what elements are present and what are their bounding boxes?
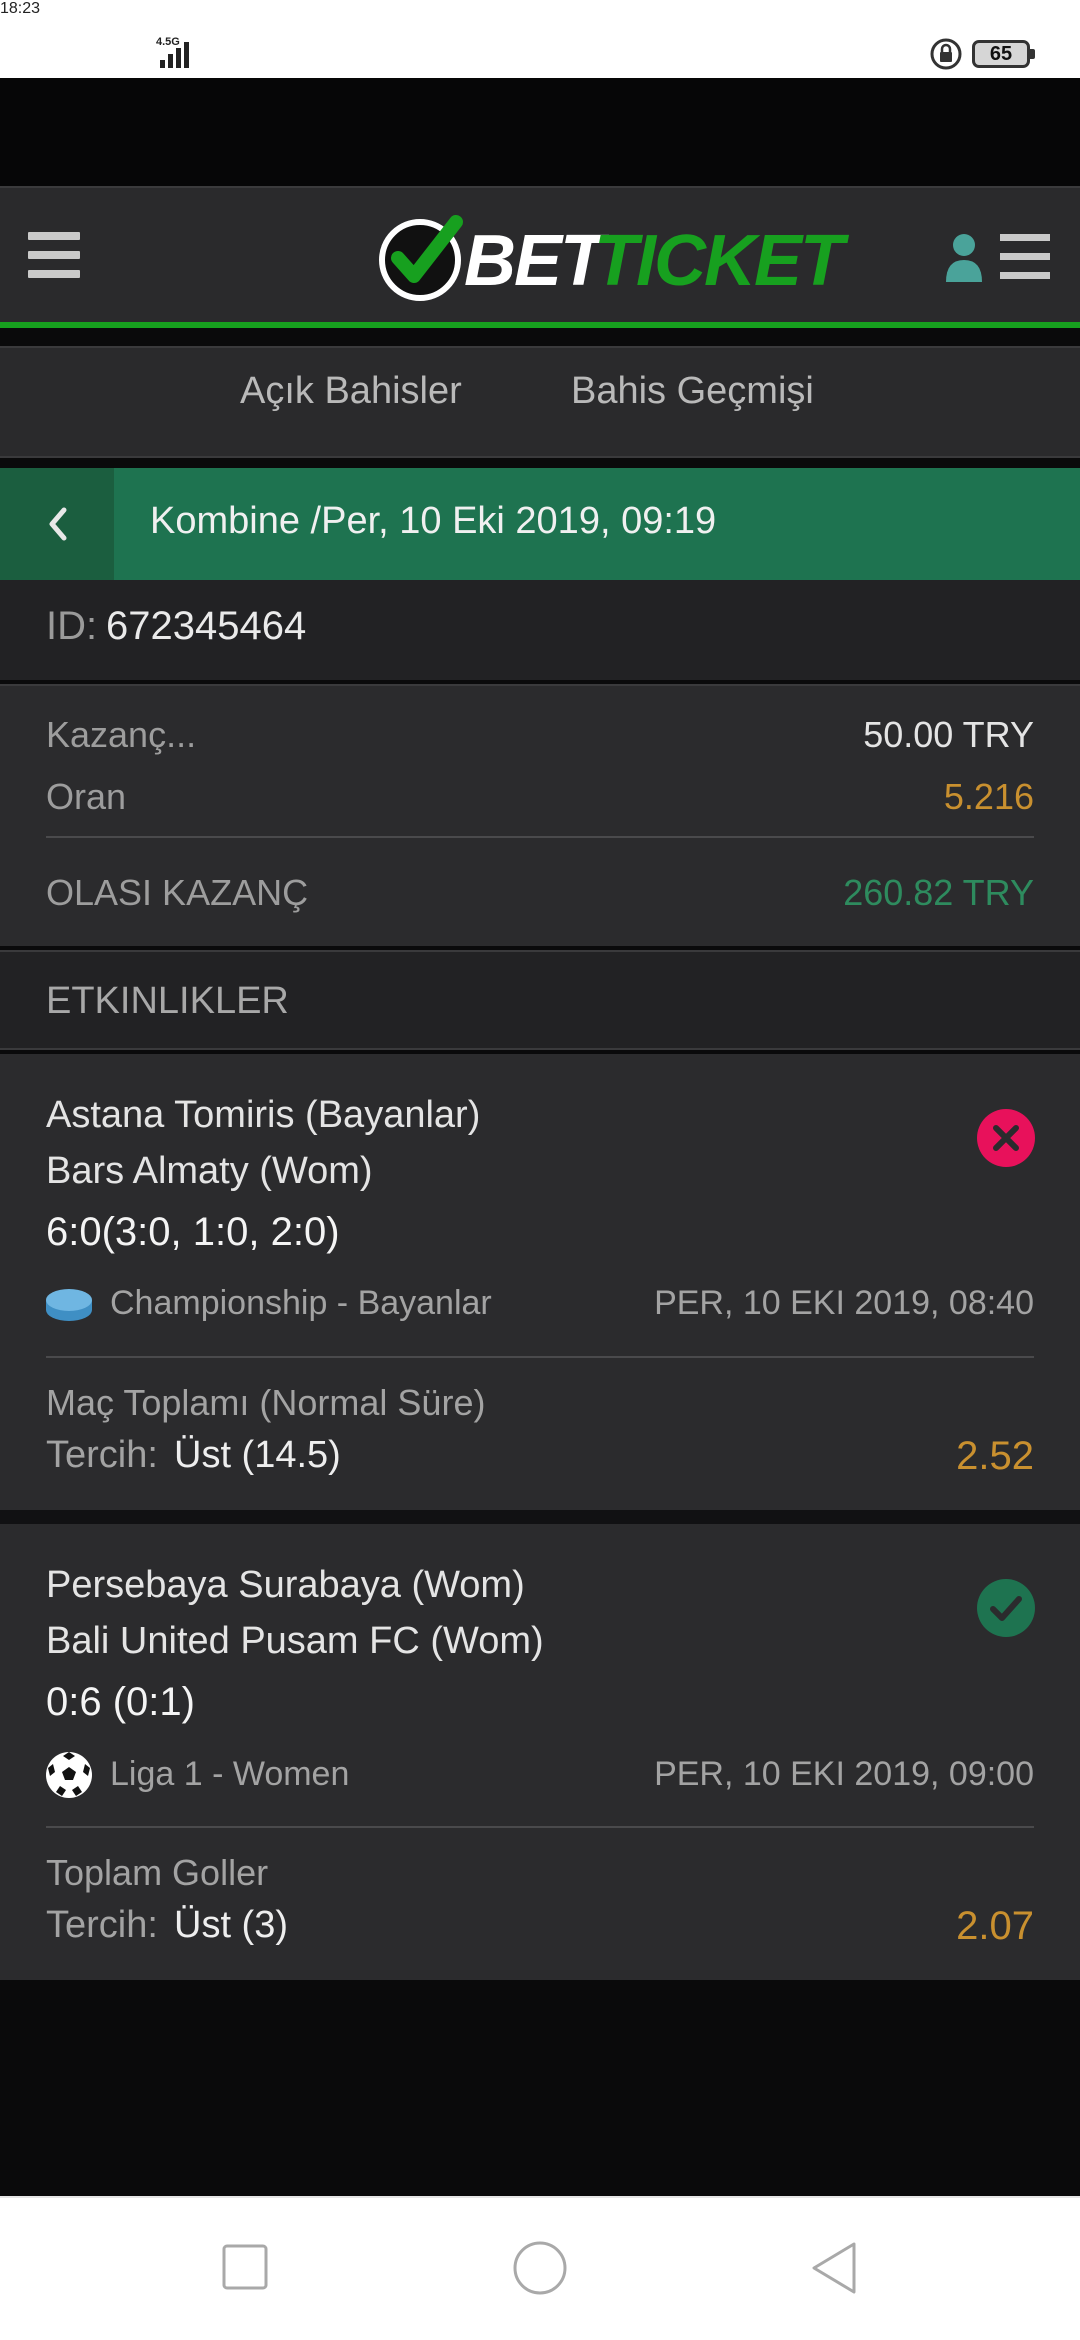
menu-button[interactable] — [28, 232, 80, 278]
battery-icon: 65 — [972, 40, 1030, 68]
pick-value: Üst (3) — [174, 1904, 288, 1946]
event-market: Maç Toplamı (Normal Süre) — [46, 1382, 486, 1423]
bet-id-value: 672345464 — [106, 604, 307, 648]
event-divider — [46, 1356, 1034, 1358]
tab-open-bets[interactable]: Açık Bahisler — [240, 370, 462, 413]
battery-tip — [1030, 49, 1035, 59]
events-header: ETKINLIKLER — [46, 980, 289, 1022]
back-button[interactable] — [0, 468, 114, 580]
potential-win-value: 260.82 TRY — [843, 872, 1034, 913]
header-accent-line — [0, 322, 1080, 328]
event-date: PER, 10 EKI 2019, 08:40 — [654, 1284, 1034, 1322]
pick-label: Tercih: — [46, 1904, 158, 1946]
pick-value: Üst (14.5) — [174, 1434, 341, 1476]
event-odd: 2.07 — [956, 1904, 1034, 1948]
bet-title: Kombine /Per, 10 Eki 2019, 09:19 — [150, 500, 717, 542]
pick-label: Tercih: — [46, 1434, 158, 1476]
back-nav-icon[interactable] — [808, 2240, 860, 2296]
top-spacer — [0, 78, 1080, 186]
event-market: Toplam Goller — [46, 1852, 269, 1893]
odds-value: 5.216 — [943, 776, 1034, 817]
bet-id-label: ID: — [46, 604, 98, 648]
logo-text-ticket: TICKET — [594, 221, 844, 301]
rotation-lock-icon — [930, 38, 962, 70]
stake-label: Kazanç... — [46, 714, 197, 755]
bets-tabs — [0, 346, 1080, 458]
odds-label: Oran — [46, 776, 127, 817]
event-score: 0:6 (0:1) — [46, 1680, 195, 1724]
stake-value: 50.00 TRY — [863, 714, 1034, 755]
home-button-icon[interactable] — [512, 2240, 568, 2296]
event-date: PER, 10 EKI 2019, 09:00 — [654, 1755, 1034, 1793]
summary-divider — [46, 836, 1034, 838]
hockey-puck-icon — [46, 1289, 92, 1321]
event-team-away: Bali United Pusam FC (Wom) — [46, 1620, 544, 1662]
event-team-home: Persebaya Surabaya (Wom) — [46, 1564, 525, 1606]
event-team-home: Astana Tomiris (Bayanlar) — [46, 1094, 481, 1136]
battery-level: 65 — [989, 43, 1013, 65]
user-menu-lines-icon — [1000, 234, 1050, 280]
check-icon — [977, 1579, 1035, 1637]
event-odd: 2.52 — [956, 1434, 1034, 1478]
potential-win-label: OLASI KAZANÇ — [46, 872, 309, 913]
user-icon — [946, 234, 982, 282]
signal-icon — [160, 42, 189, 68]
event-score: 6:0(3:0, 1:0, 2:0) — [46, 1210, 340, 1254]
chevron-left-icon — [49, 507, 67, 541]
cross-icon — [977, 1109, 1035, 1167]
event-team-away: Bars Almaty (Wom) — [46, 1150, 373, 1192]
event-divider — [46, 1826, 1034, 1828]
tab-bet-history[interactable]: Bahis Geçmişi — [571, 370, 814, 413]
betticket-logo[interactable]: BET TICKET — [372, 210, 844, 306]
soccer-ball-icon — [46, 1752, 92, 1798]
logo-check-icon — [379, 215, 463, 301]
card-gap — [0, 1510, 1080, 1524]
user-menu-button[interactable] — [944, 232, 1054, 282]
logo-text-bet: BET — [464, 221, 604, 301]
event-league: Liga 1 - Women — [110, 1755, 350, 1793]
status-time: 18:23 — [0, 0, 41, 17]
recents-button-icon[interactable] — [222, 2244, 268, 2290]
